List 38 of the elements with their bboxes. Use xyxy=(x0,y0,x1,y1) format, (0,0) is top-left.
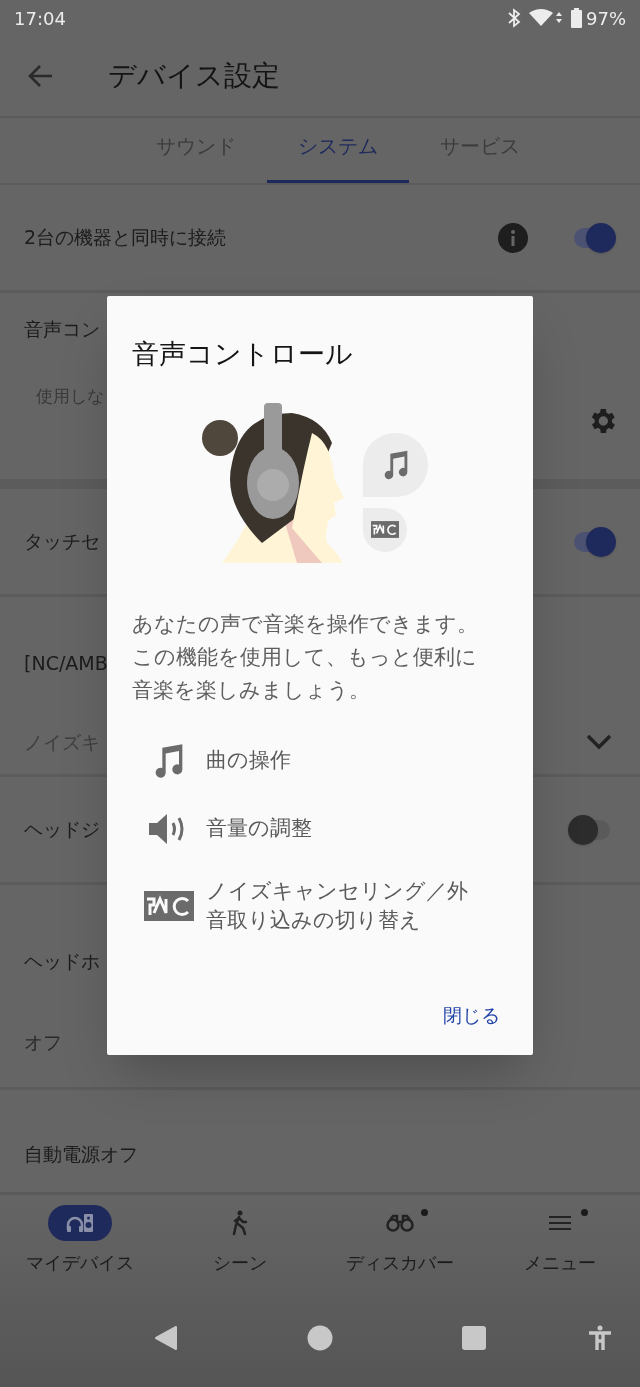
back-arrow-icon[interactable] xyxy=(28,64,54,88)
feature-label: ノイズキャンセリング／外音取り込みの切り替え xyxy=(206,877,469,934)
page-title: デバイス設定 xyxy=(108,58,280,94)
walking-person-icon xyxy=(232,1210,248,1236)
dialog-description: あなたの声で音楽を操作できます。この機能を使用して、もっと便利に音楽を楽しみましょう。 xyxy=(132,610,479,704)
dialog-title: 音声コントロール xyxy=(132,337,354,371)
nav-tab[interactable]: メニュー xyxy=(480,1205,640,1289)
accessibility-icon[interactable] xyxy=(588,1325,612,1351)
feature-label: 音量の調整 xyxy=(206,815,313,842)
tab[interactable]: システム xyxy=(267,118,409,183)
recents-nav-icon[interactable] xyxy=(461,1326,486,1350)
close-button[interactable]: 閉じる xyxy=(435,996,508,1033)
nav-tab[interactable]: ディスカバー xyxy=(320,1205,480,1289)
feature-label: 曲の操作 xyxy=(206,747,292,774)
headphones-speaker-icon xyxy=(66,1212,94,1234)
setting-label: 音声コン xyxy=(24,317,100,342)
battery-percent: 97% xyxy=(586,6,626,31)
nav-tab[interactable]: マイデバイス xyxy=(0,1205,160,1289)
battery-icon xyxy=(571,8,582,28)
setting-label: [NC/AMB xyxy=(24,651,108,676)
nav-tab[interactable]: シーン xyxy=(160,1205,320,1289)
wifi-icon xyxy=(529,9,563,27)
setting-label: 2台の機器と同時に接続 xyxy=(24,226,227,249)
setting-label: 自動電源オフ xyxy=(24,1142,138,1167)
noise-cancel-icon xyxy=(144,890,194,921)
chevron-down-icon[interactable] xyxy=(586,733,612,750)
noise-cancel-icon xyxy=(371,521,399,538)
bluetooth-icon xyxy=(507,8,521,28)
binoculars-icon xyxy=(386,1214,414,1232)
back-nav-icon[interactable] xyxy=(154,1325,179,1351)
home-nav-icon[interactable] xyxy=(307,1325,333,1351)
menu-icon xyxy=(548,1214,572,1232)
setting-label: ヘッドホ xyxy=(24,949,100,974)
status-time: 17:04 xyxy=(14,6,67,31)
setting-value: オフ xyxy=(24,1029,62,1055)
setting-label: タッチセ xyxy=(24,530,100,553)
info-icon[interactable] xyxy=(498,222,528,253)
setting-label: ヘッドジ xyxy=(24,818,100,841)
